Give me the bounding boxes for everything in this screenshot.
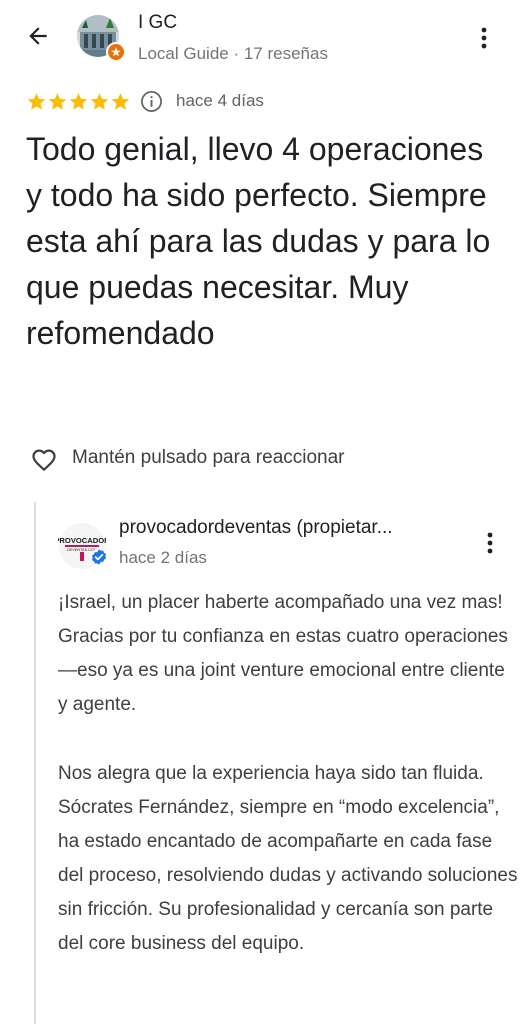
react-label[interactable]: Mantén pulsado para reaccionar xyxy=(72,447,345,469)
reply-more-options-button[interactable] xyxy=(476,527,504,559)
info-button[interactable] xyxy=(140,90,163,113)
heart-icon xyxy=(32,449,56,471)
more-vert-icon xyxy=(487,532,493,554)
star-icon xyxy=(27,93,46,110)
reviewer-name[interactable]: I GC xyxy=(138,12,177,34)
review-text: Todo genial, llevo 4 operaciones y todo … xyxy=(26,131,491,351)
star-icon xyxy=(48,93,67,110)
star-icon xyxy=(90,93,109,110)
reviewer-avatar[interactable] xyxy=(76,14,126,64)
owner-reply-paragraph: Nos alegra que la experiencia haya sido … xyxy=(58,763,518,954)
more-vert-icon xyxy=(481,27,487,49)
back-button[interactable] xyxy=(16,14,60,58)
star-icon xyxy=(111,93,130,110)
verified-badge xyxy=(90,548,108,566)
owner-name[interactable]: provocadordeventas (propietar... xyxy=(119,517,464,539)
star-icon xyxy=(69,93,88,110)
owner-logo-text-top: PROVOCADOR xyxy=(58,536,106,545)
review-date: hace 4 días xyxy=(176,91,264,110)
verified-check-icon xyxy=(90,548,108,566)
star-rating xyxy=(26,91,131,112)
reviewer-meta: Local Guide · 17 reseñas xyxy=(138,44,328,63)
arrow-back-icon xyxy=(29,27,47,45)
local-guide-badge-icon xyxy=(106,42,126,62)
info-icon xyxy=(141,91,162,112)
react-button[interactable] xyxy=(30,446,58,474)
owner-reply-paragraph: ¡Israel, un placer haberte acompañado un… xyxy=(58,592,508,715)
owner-reply-date: hace 2 días xyxy=(119,548,207,567)
reply-thread-line xyxy=(34,502,36,1024)
more-options-button[interactable] xyxy=(468,20,500,56)
